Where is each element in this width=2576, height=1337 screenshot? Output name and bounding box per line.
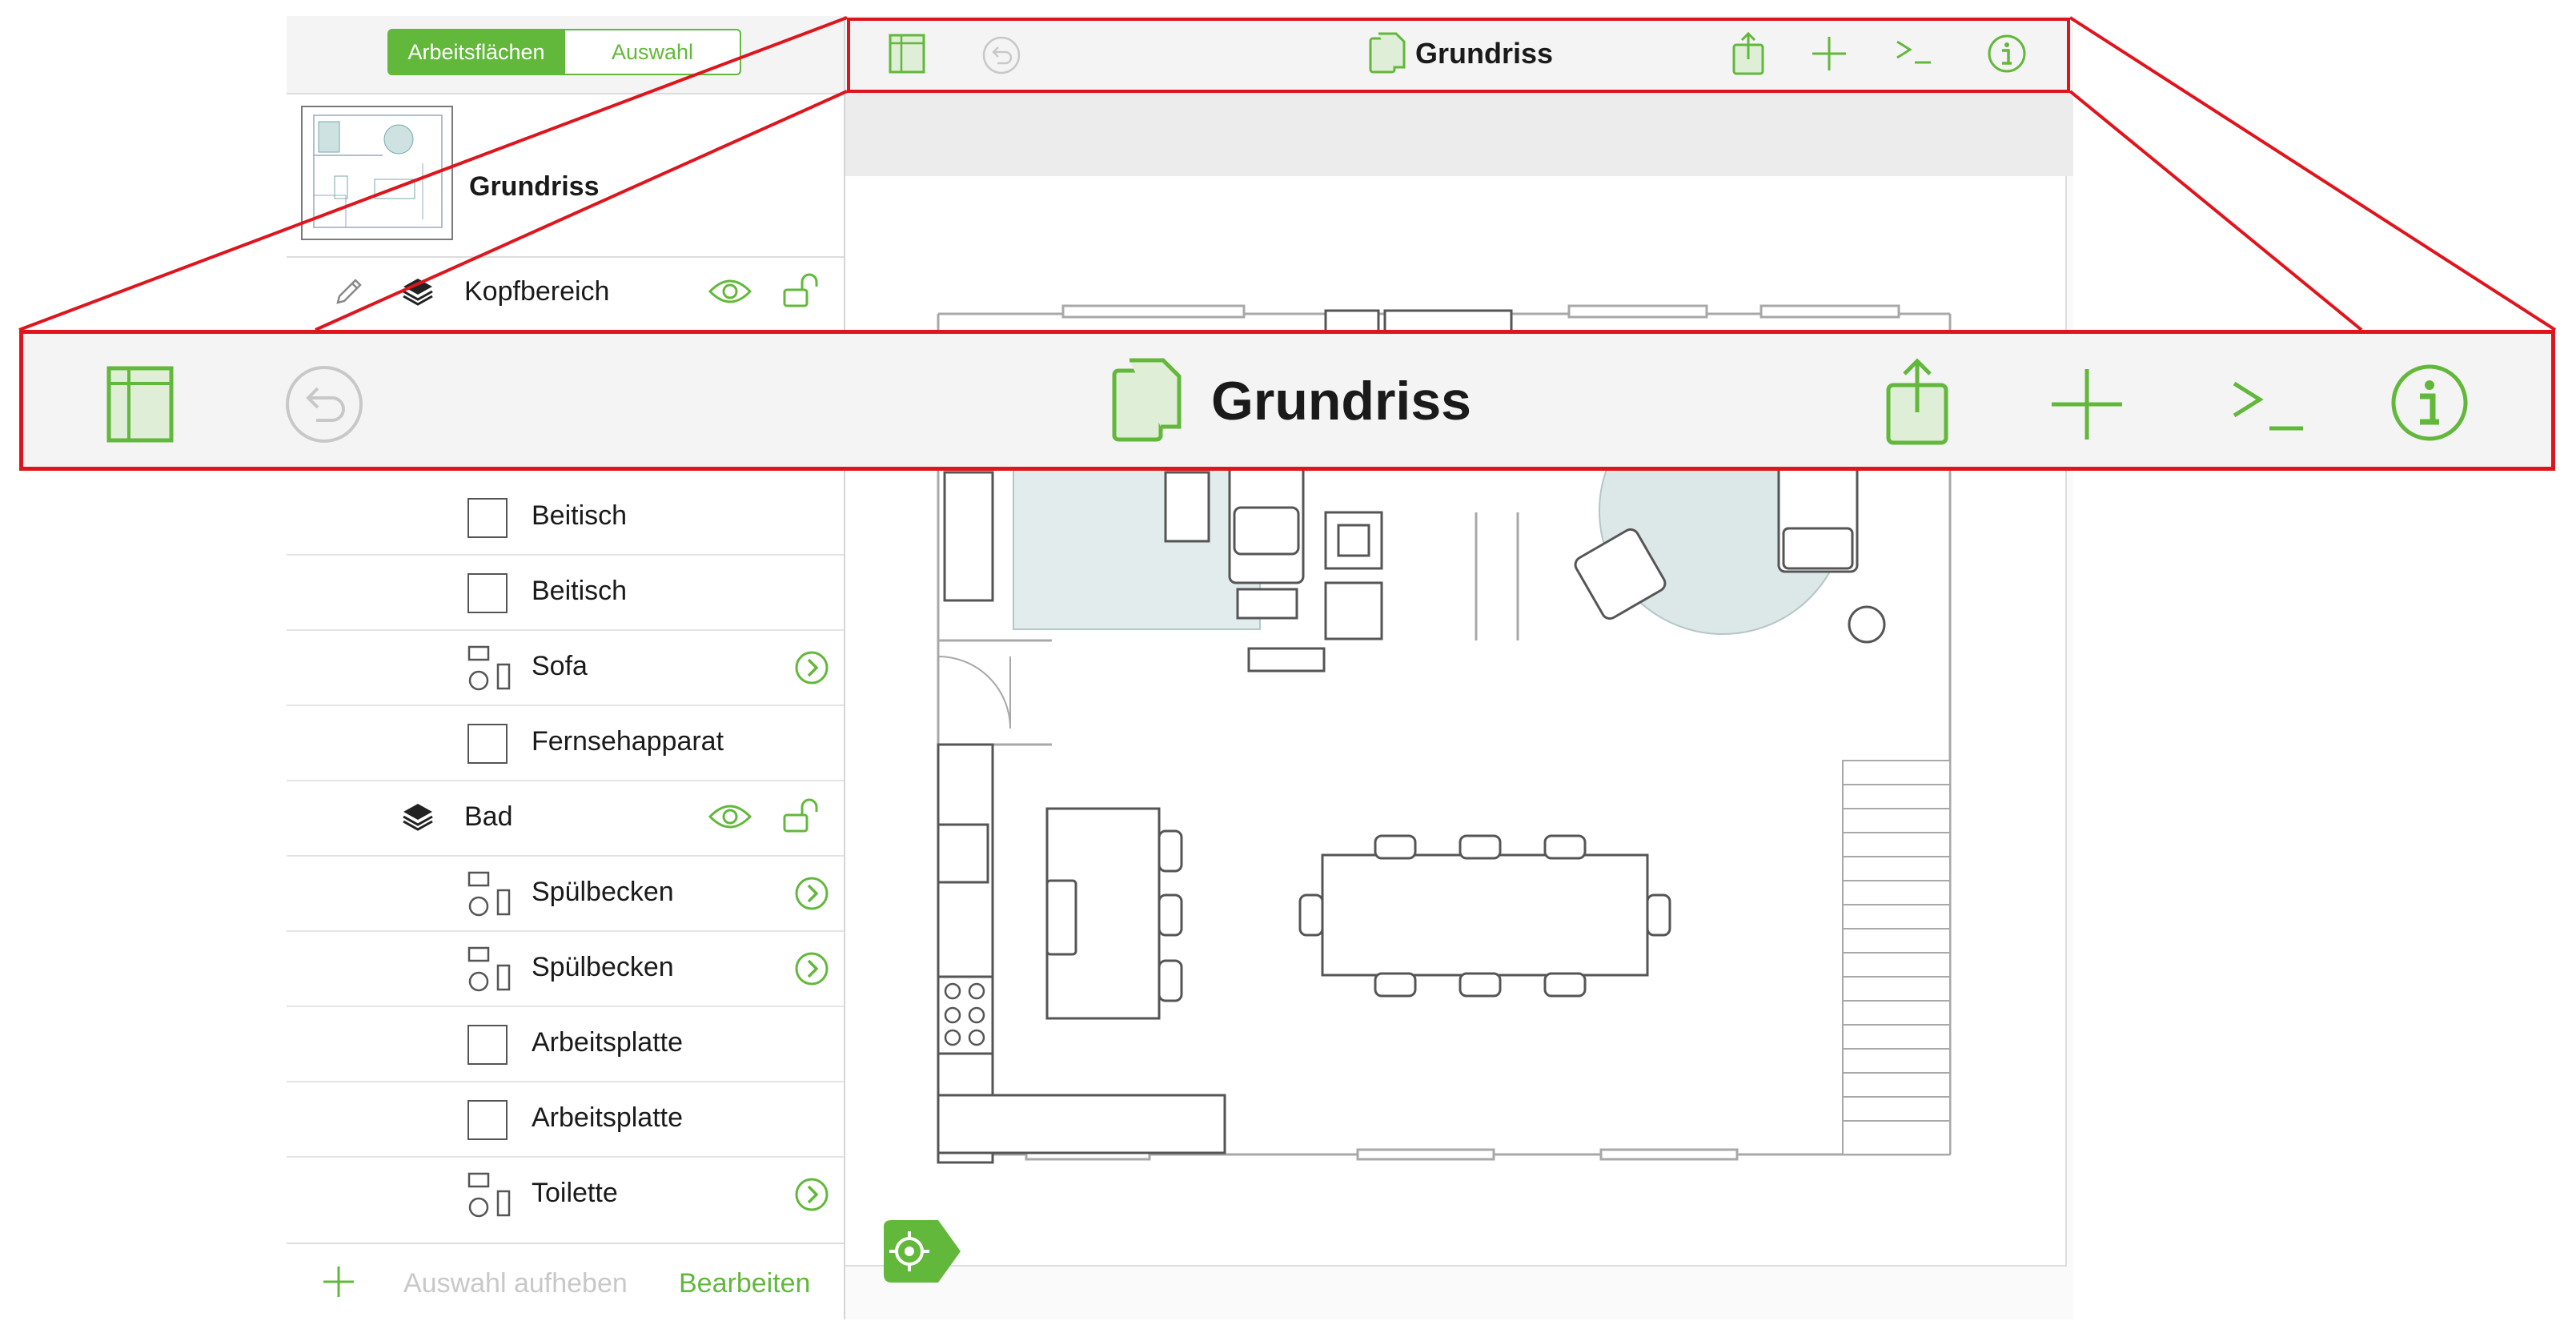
layer-label: Kopfbereich (464, 276, 610, 307)
undo-icon (284, 364, 364, 444)
group-icon (467, 871, 512, 917)
item-label: Fernsehapparat (532, 726, 724, 757)
lock-open-icon[interactable] (781, 796, 821, 836)
segment-canvases[interactable]: Arbeitsflächen (387, 29, 565, 75)
canvas-title: Grundriss (469, 171, 600, 202)
item-label: Spülbecken (532, 952, 674, 982)
layer-label: Bad (464, 801, 513, 832)
group-icon (467, 946, 512, 993)
canvas-row[interactable]: Grundriss (287, 93, 844, 258)
canvas-navigator-button[interactable] (877, 1219, 965, 1284)
info-icon (2389, 363, 2470, 443)
segment-selection[interactable]: Auswahl (564, 29, 741, 75)
share-icon (1884, 356, 1951, 446)
group-icon (467, 645, 512, 692)
toolbar-zoom-callout: Grundriss (19, 330, 2555, 471)
shape-icon (467, 498, 508, 538)
document-icon (1112, 358, 1182, 443)
chevron-right-icon[interactable] (794, 876, 829, 911)
pencil-icon[interactable] (331, 274, 367, 309)
edit-button[interactable]: Bearbeiten (679, 1268, 810, 1299)
item-label: Sofa (532, 651, 588, 681)
sidebar-bottom-bar: Auswahl aufheben Bearbeiten (287, 1243, 844, 1321)
lock-open-icon[interactable] (781, 271, 821, 311)
layer-row-bad[interactable]: Bad (287, 781, 844, 857)
rug (1013, 460, 1261, 630)
canvas-thumbnail (301, 106, 453, 240)
layer-row-kopfbereich[interactable]: Kopfbereich (287, 256, 844, 331)
deselect-button[interactable]: Auswahl aufheben (403, 1268, 628, 1299)
shape-icon (467, 573, 508, 613)
list-item[interactable]: Beitisch (287, 480, 844, 556)
list-item[interactable]: Arbeitsplatte (287, 1082, 844, 1158)
plus-icon (2048, 366, 2125, 443)
list-item[interactable]: Sofa (287, 631, 844, 706)
callout-title: Grundriss (1211, 371, 1471, 432)
eye-icon[interactable] (708, 801, 752, 833)
ruler-bar (845, 93, 2073, 176)
shape-icon (467, 1025, 508, 1065)
toolbar-highlight-box (847, 18, 2070, 93)
item-label: Beitisch (532, 500, 628, 531)
list-item[interactable]: Beitisch (287, 556, 844, 631)
shape-icon (467, 724, 508, 764)
group-icon (467, 1172, 512, 1219)
plus-icon[interactable] (319, 1262, 359, 1302)
item-label: Arbeitsplatte (532, 1027, 683, 1058)
chevron-right-icon[interactable] (794, 650, 829, 685)
item-label: Toilette (532, 1178, 618, 1208)
list-item[interactable]: Toilette (287, 1158, 844, 1233)
list-item[interactable]: Spülbecken (287, 857, 844, 932)
segmented-control-bar: Arbeitsflächen Auswahl (287, 16, 844, 94)
shape-icon (467, 1100, 508, 1140)
sidebar: Arbeitsflächen Auswahl Grundriss Kopfber… (287, 16, 845, 1321)
item-label: Spülbecken (532, 877, 674, 907)
list-item[interactable]: Arbeitsplatte (287, 1007, 844, 1082)
list-item[interactable]: Spülbecken (287, 932, 844, 1007)
console-icon (2229, 377, 2306, 436)
eye-icon[interactable] (708, 275, 752, 307)
item-label: Beitisch (532, 576, 628, 606)
sidebar-icon (106, 366, 174, 443)
item-label: Arbeitsplatte (532, 1102, 683, 1133)
layer-stack-icon (400, 274, 435, 309)
layer-stack-icon (400, 799, 435, 834)
list-item[interactable]: Fernsehapparat (287, 706, 844, 781)
chevron-right-icon[interactable] (794, 951, 829, 986)
chevron-right-icon[interactable] (794, 1177, 829, 1212)
